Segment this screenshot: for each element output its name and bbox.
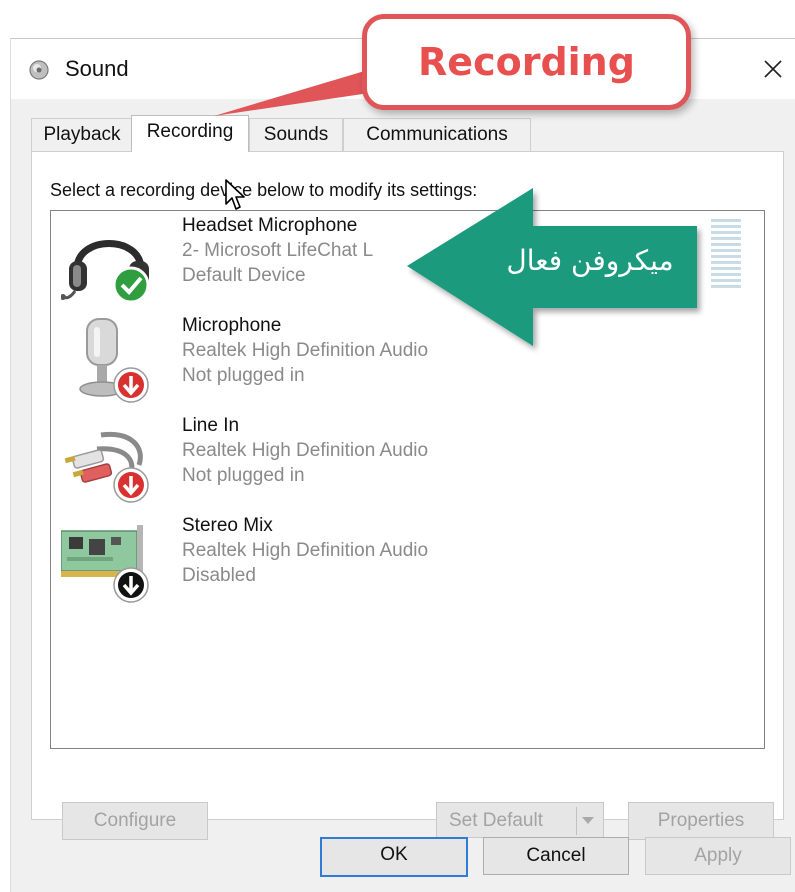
active-mic-arrow: میکروفن فعال	[405, 186, 705, 354]
recording-callout: Recording	[362, 14, 691, 110]
callout-pointer	[214, 70, 376, 116]
callout-label: Recording	[418, 40, 635, 84]
mouse-cursor-icon	[225, 179, 245, 210]
arrow-label: میکروفن فعال	[506, 244, 674, 277]
